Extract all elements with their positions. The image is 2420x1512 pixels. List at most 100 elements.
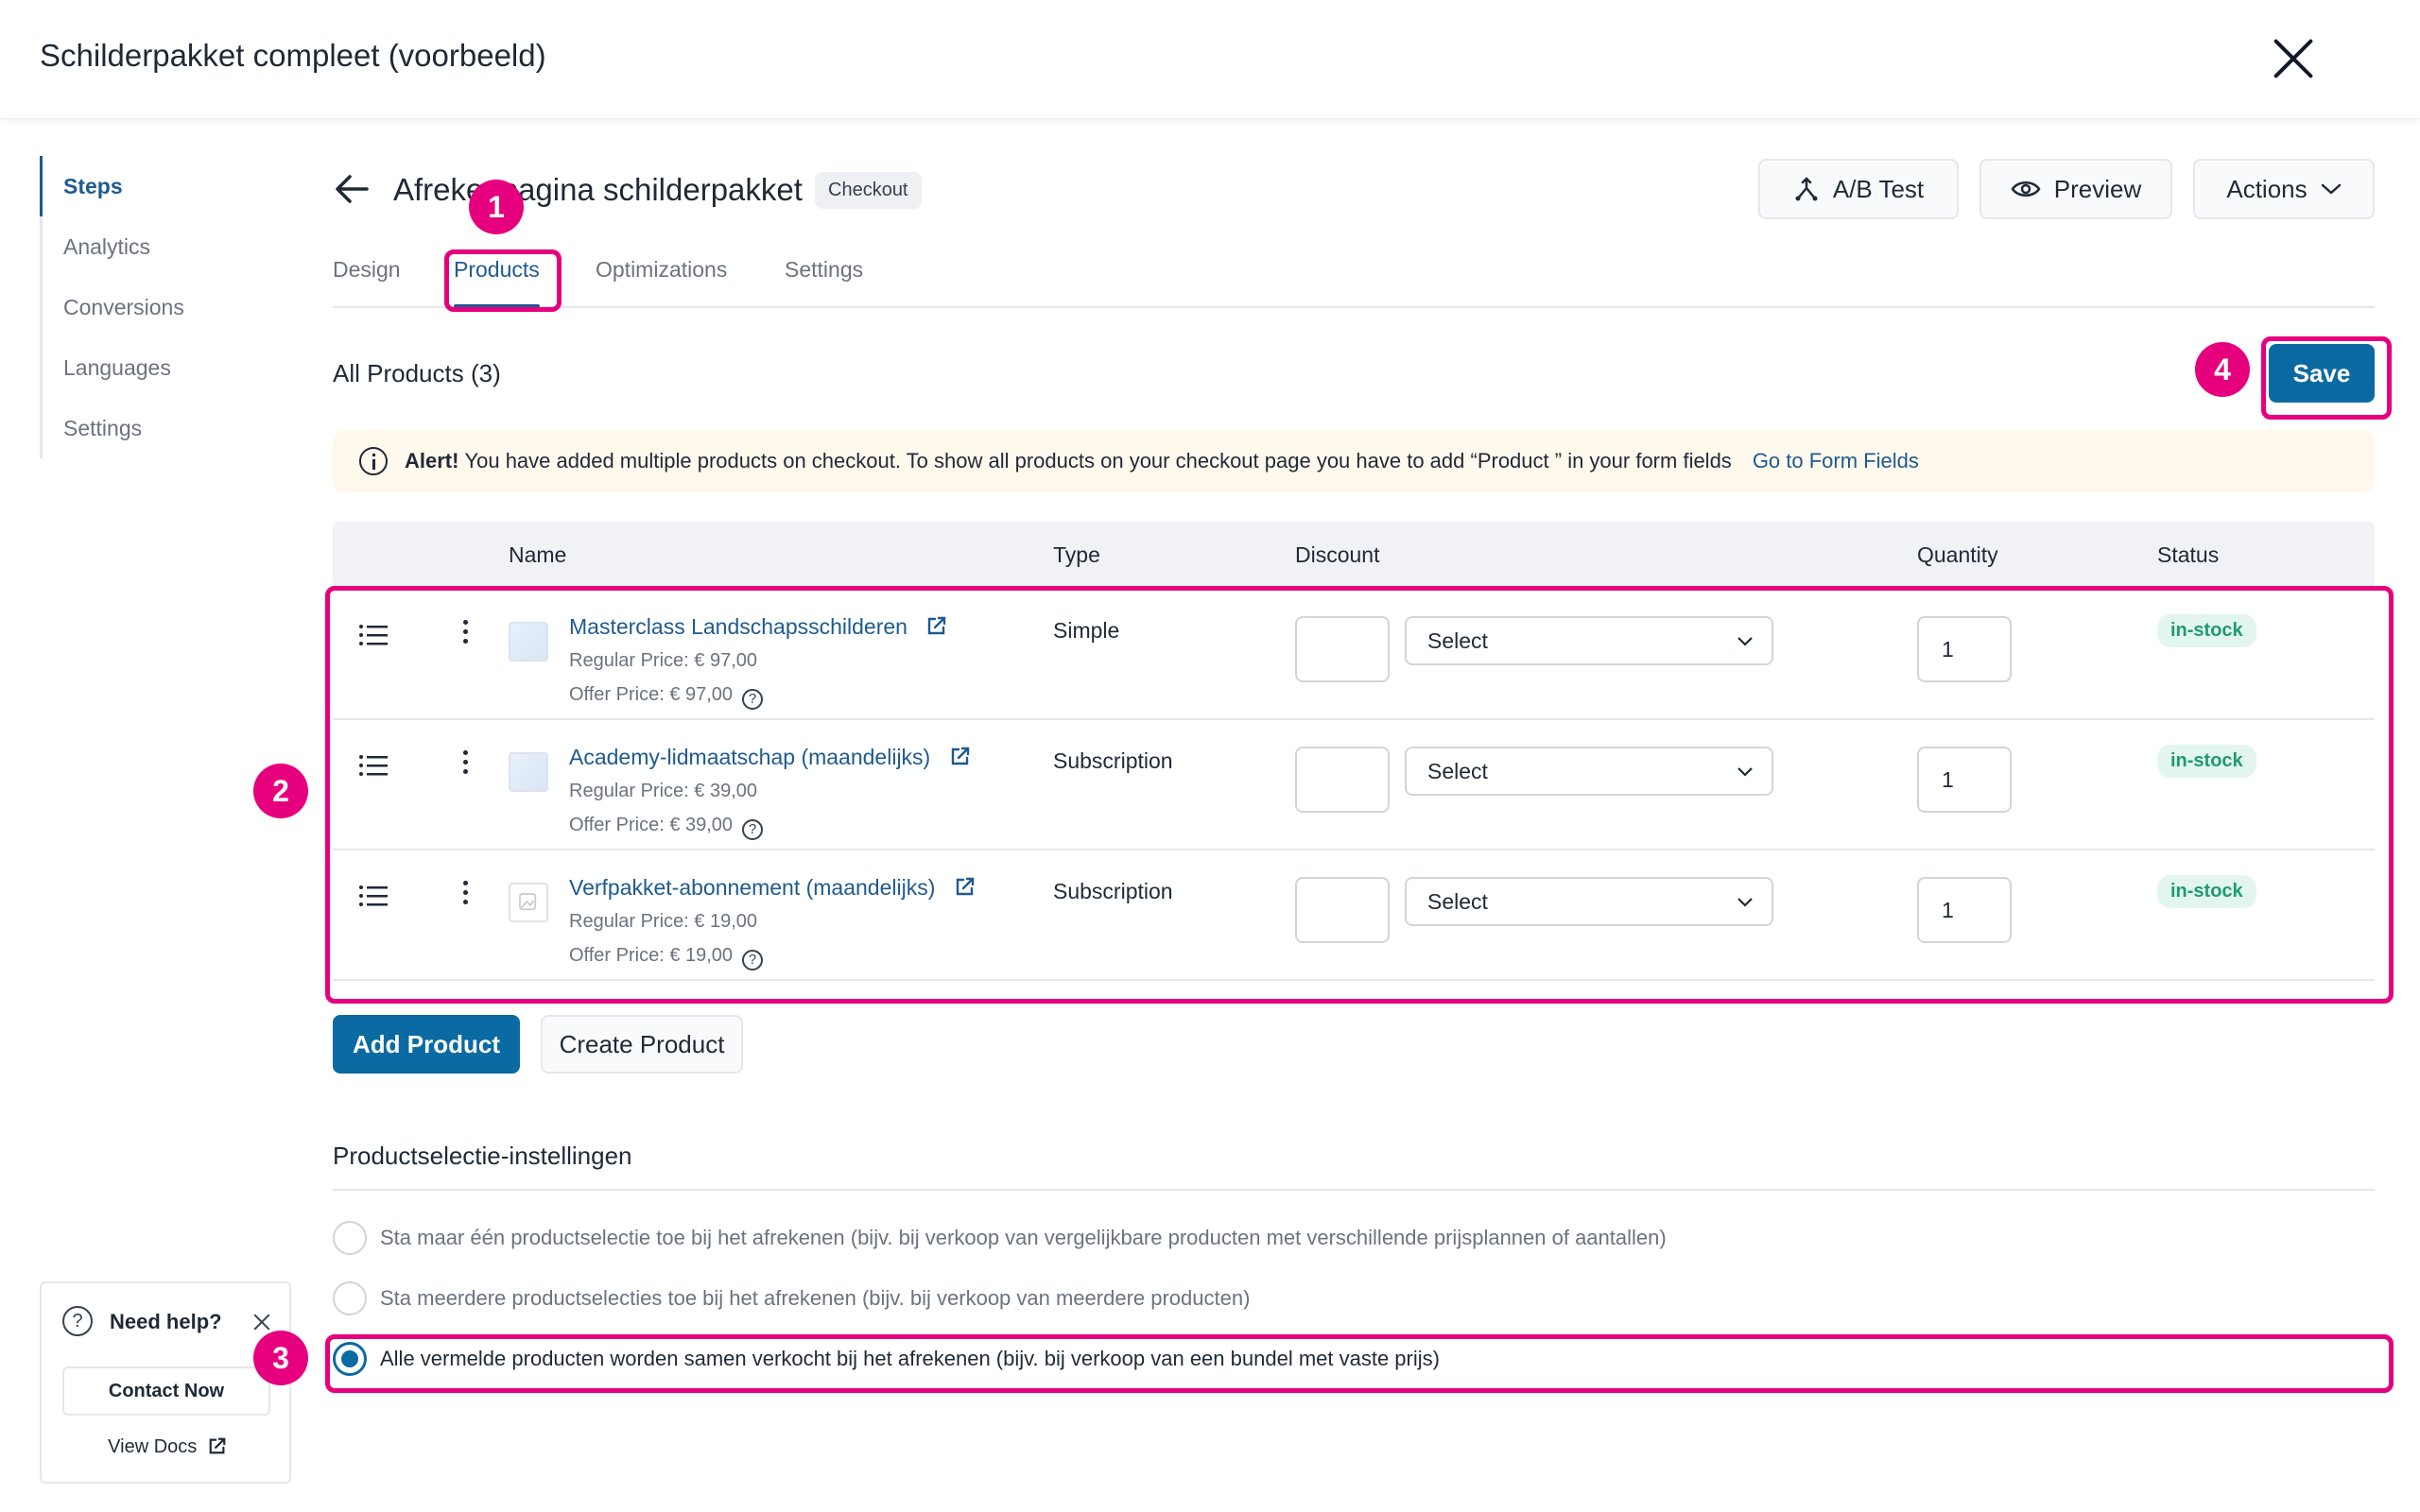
- col-name: Name: [509, 542, 567, 567]
- radio-single-selection[interactable]: Sta maar één productselectie toe bij het…: [333, 1219, 1667, 1257]
- tab-products[interactable]: Products: [454, 255, 540, 308]
- callout-2: 2: [253, 764, 308, 818]
- left-nav: Steps Analytics Conversions Languages Se…: [40, 156, 267, 458]
- checkout-badge: Checkout: [815, 172, 922, 209]
- question-circle-icon: ?: [62, 1306, 93, 1336]
- external-link-icon[interactable]: [950, 746, 971, 766]
- external-link-icon: [209, 1437, 226, 1454]
- page-title: Afrekenpagina schilderpakket: [393, 172, 803, 207]
- radio-label: Alle vermelde producten worden samen ver…: [380, 1347, 1440, 1370]
- help-circle-icon[interactable]: ?: [742, 689, 764, 710]
- nav-item-conversions[interactable]: Conversions: [43, 277, 267, 337]
- create-product-button[interactable]: Create Product: [541, 1015, 743, 1074]
- offer-price: Offer Price: € 39,00?: [569, 815, 764, 840]
- view-docs-link[interactable]: View Docs: [42, 1436, 293, 1458]
- radio-bundle-selection[interactable]: Alle vermelde producten worden samen ver…: [333, 1340, 1440, 1378]
- help-circle-icon[interactable]: ?: [742, 950, 764, 971]
- quantity-input[interactable]: 1: [1917, 877, 2012, 943]
- ab-test-button[interactable]: A/B Test: [1758, 159, 1959, 219]
- radio-label: Sta meerdere productselecties toe bij he…: [380, 1286, 1251, 1310]
- status-badge: in-stock: [2157, 614, 2256, 647]
- tab-optimizations[interactable]: Optimizations: [596, 255, 727, 308]
- alert-label: Alert!: [405, 449, 459, 472]
- col-quantity: Quantity: [1917, 542, 1998, 567]
- product-name: Academy-lidmaatschap (maandelijks): [569, 745, 931, 769]
- view-docs-label: View Docs: [108, 1436, 198, 1457]
- nav-item-steps[interactable]: Steps: [40, 156, 267, 216]
- more-options-icon[interactable]: [459, 881, 471, 907]
- close-icon[interactable]: [251, 1312, 272, 1332]
- save-button[interactable]: Save: [2269, 344, 2375, 403]
- divider: [333, 1189, 2375, 1191]
- drag-handle-icon[interactable]: [359, 624, 388, 646]
- drag-handle-icon[interactable]: [359, 885, 388, 907]
- product-thumbnail: [509, 622, 548, 662]
- regular-price: Regular Price: € 19,00: [569, 911, 758, 932]
- nav-item-languages[interactable]: Languages: [43, 337, 267, 398]
- select-value: Select: [1427, 759, 1488, 783]
- col-type: Type: [1053, 542, 1100, 567]
- external-link-icon[interactable]: [926, 615, 947, 636]
- select-value: Select: [1427, 628, 1488, 653]
- multi-product-alert: Alert! You have added multiple products …: [333, 430, 2375, 492]
- select-value: Select: [1427, 889, 1488, 914]
- table-row: Masterclass Landschapsschilderen Regular…: [333, 590, 2375, 720]
- tab-design[interactable]: Design: [333, 255, 401, 308]
- more-options-icon[interactable]: [459, 750, 471, 777]
- actions-button[interactable]: Actions: [2193, 159, 2375, 219]
- close-icon[interactable]: [2271, 36, 2316, 81]
- tab-settings[interactable]: Settings: [785, 255, 863, 308]
- discount-type-select[interactable]: Select: [1405, 616, 1773, 665]
- image-placeholder-icon: [509, 883, 548, 922]
- product-name-link[interactable]: Verfpakket-abonnement (maandelijks): [569, 875, 976, 901]
- radio-button[interactable]: [333, 1221, 367, 1255]
- product-thumbnail: [509, 752, 548, 792]
- col-status: Status: [2157, 542, 2220, 567]
- nav-item-settings[interactable]: Settings: [43, 398, 267, 458]
- discount-value-input[interactable]: [1295, 616, 1390, 682]
- discount-type-select[interactable]: Select: [1405, 877, 1773, 926]
- offer-price-text: Offer Price: € 19,00: [569, 945, 734, 966]
- quantity-input[interactable]: 1: [1917, 616, 2012, 682]
- drag-handle-icon[interactable]: [359, 754, 388, 777]
- quantity-input[interactable]: 1: [1917, 747, 2012, 813]
- help-title: Need help?: [110, 1310, 222, 1333]
- actions-label: Actions: [2226, 174, 2308, 203]
- more-options-icon[interactable]: [459, 620, 471, 646]
- external-link-icon[interactable]: [955, 876, 976, 897]
- radio-button[interactable]: [333, 1281, 367, 1315]
- nav-item-analytics[interactable]: Analytics: [43, 216, 267, 277]
- ab-test-label: A/B Test: [1832, 174, 1925, 203]
- alert-text: You have added multiple products on chec…: [464, 449, 1732, 472]
- products-table-header: Name Type Discount Quantity Status: [333, 522, 2375, 588]
- product-type: Subscription: [1053, 748, 1173, 773]
- discount-value-input[interactable]: [1295, 877, 1390, 943]
- regular-price: Regular Price: € 97,00: [569, 650, 758, 671]
- radio-button-checked[interactable]: [333, 1342, 367, 1376]
- product-name-link[interactable]: Academy-lidmaatschap (maandelijks): [569, 745, 971, 770]
- preview-label: Preview: [2053, 174, 2142, 203]
- regular-price: Regular Price: € 39,00: [569, 781, 758, 801]
- go-to-form-fields-link[interactable]: Go to Form Fields: [1753, 449, 1919, 473]
- radio-multiple-selection[interactable]: Sta meerdere productselecties toe bij he…: [333, 1280, 1250, 1317]
- table-row: Verfpakket-abonnement (maandelijks) Regu…: [333, 850, 2375, 981]
- table-row: Academy-lidmaatschap (maandelijks) Regul…: [333, 720, 2375, 850]
- add-product-button[interactable]: Add Product: [333, 1015, 520, 1074]
- eye-icon: [2011, 181, 2041, 197]
- offer-price-text: Offer Price: € 39,00: [569, 815, 734, 835]
- tab-bar: Design Products Optimizations Settings: [333, 255, 2375, 308]
- preview-button[interactable]: Preview: [1979, 159, 2172, 219]
- product-type: Subscription: [1053, 879, 1173, 903]
- help-circle-icon[interactable]: ?: [742, 819, 764, 840]
- product-name-link[interactable]: Masterclass Landschapsschilderen: [569, 614, 947, 640]
- discount-type-select[interactable]: Select: [1405, 747, 1773, 796]
- contact-now-button[interactable]: Contact Now: [62, 1366, 270, 1416]
- offer-price: Offer Price: € 97,00?: [569, 684, 764, 710]
- discount-value-input[interactable]: [1295, 747, 1390, 813]
- callout-1: 1: [469, 180, 524, 234]
- chevron-down-icon: [1737, 767, 1753, 777]
- product-name: Masterclass Landschapsschilderen: [569, 614, 908, 639]
- back-arrow-icon[interactable]: [333, 172, 371, 206]
- app-title: Schilderpakket compleet (voorbeeld): [40, 38, 546, 73]
- info-icon: [359, 447, 388, 475]
